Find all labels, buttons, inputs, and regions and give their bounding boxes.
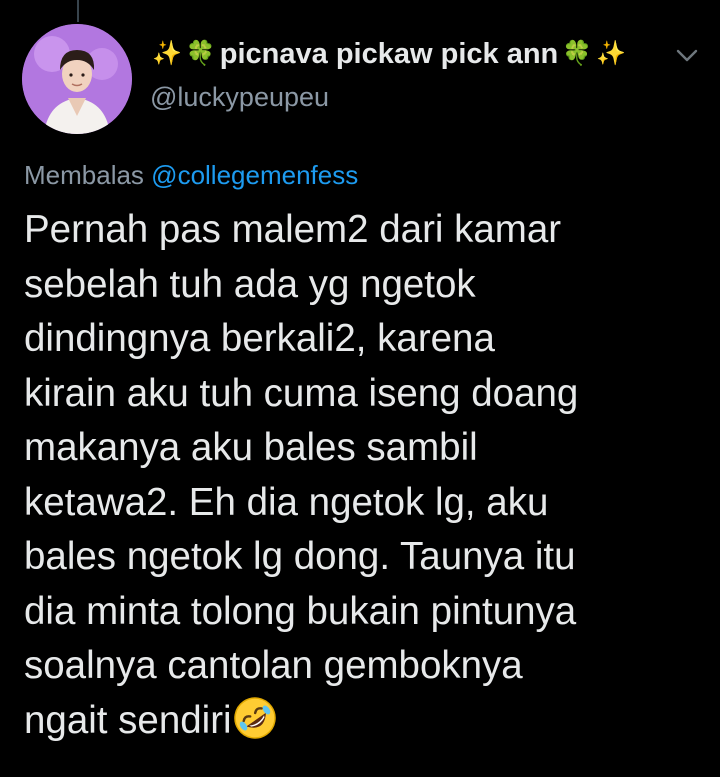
sparkles-icon: ✨	[152, 40, 182, 67]
display-name-text: picnava pickaw pick ann	[219, 38, 559, 70]
reply-context: Membalas @collegemenfess	[24, 158, 358, 192]
user-handle[interactable]: @luckypeupeu	[150, 80, 628, 114]
display-name[interactable]: ✨ 🍀 picnava pickaw pick ann 🍀 ✨	[150, 36, 628, 72]
reply-prefix: Membalas	[24, 160, 144, 190]
avatar-image	[22, 24, 132, 134]
tweet-text: Pernah pas malem2 dari kamar sebelah tuh…	[24, 203, 714, 748]
reply-mention-link[interactable]: @collegemenfess	[151, 160, 358, 190]
rolling-on-floor-laughing-icon	[233, 696, 276, 739]
chevron-down-icon[interactable]	[672, 40, 702, 70]
four-leaf-clover-icon: 🍀	[185, 40, 216, 67]
sparkles-icon: ✨	[596, 40, 627, 67]
thread-connector-line	[77, 0, 79, 22]
avatar[interactable]	[22, 24, 132, 134]
four-leaf-clover-icon: 🍀	[562, 40, 593, 67]
tweet-body-text: Pernah pas malem2 dari kamar sebelah tuh…	[24, 208, 579, 742]
tweet-header: ✨ 🍀 picnava pickaw pick ann 🍀 ✨ @luckype…	[150, 36, 628, 114]
